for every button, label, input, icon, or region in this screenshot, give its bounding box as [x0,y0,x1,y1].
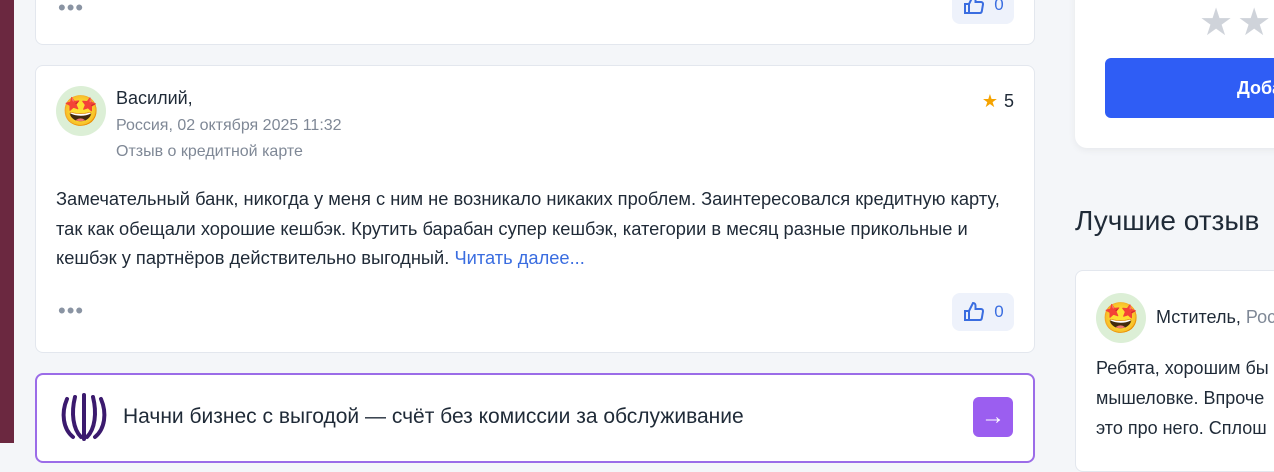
avatar: 🤩 [56,86,106,136]
more-options-icon[interactable]: ••• [58,300,84,322]
review-rating: ★ 5 [982,91,1014,112]
rate-card: ★★ Доба [1075,0,1274,148]
thumbs-up-icon [964,301,985,321]
add-review-button[interactable]: Доба [1105,58,1274,118]
best-review-text: Ребята, хорошим бы мышеловке. Впроче это… [1096,353,1274,443]
like-button[interactable]: 0 [952,0,1014,24]
best-review-line: это про него. Сплош [1096,418,1267,438]
bank-logo-icon [60,392,108,441]
best-review-line: мышеловке. Впроче [1096,388,1265,408]
ad-banner[interactable]: Начни бизнес с выгодой — счёт без комисс… [35,373,1035,463]
best-review-card: 🤩 Мститель, Рос Ребята, хорошим бы мышел… [1075,270,1274,472]
arrow-right-icon: → [981,403,1005,430]
avatar: 🤩 [1096,293,1146,343]
read-more-link[interactable]: Читать далее... [454,247,584,268]
review-location-date: Россия, 02 октября 2025 11:32 [116,117,342,134]
best-review-location: Рос [1245,307,1274,327]
best-review-line: Ребята, хорошим бы [1096,358,1269,378]
like-count: 0 [994,302,1004,321]
previous-review-card: ••• 0 [35,0,1035,45]
thumbs-up-icon [964,0,985,14]
like-count: 0 [994,0,1004,14]
ad-text: Начни бизнес с выгодой — счёт без комисс… [123,405,744,428]
rating-stars-input[interactable]: ★★ [1199,0,1274,45]
more-options-icon[interactable]: ••• [58,0,84,19]
best-review-author-name: Мститель, [1156,307,1241,327]
review-text: Замечательный банк, никогда у меня с ним… [56,184,1021,273]
star-struck-face-icon: 🤩 [62,94,100,128]
star-icon: ★ [981,91,998,111]
ad-arrow-button[interactable]: → [973,397,1013,437]
left-edge-strip [0,0,14,443]
rating-value: 5 [1003,91,1014,111]
like-button[interactable]: 0 [952,293,1014,331]
review-author[interactable]: Василий, [116,88,193,109]
star-struck-face-icon: 🤩 [1102,301,1140,335]
review-type: Отзыв о кредитной карте [116,143,303,160]
review-card: 🤩 Василий, Россия, 02 октября 2025 11:32… [35,65,1035,353]
best-review-author[interactable]: Мститель, Рос [1156,307,1274,328]
best-reviews-title: Лучшие отзыв [1075,205,1260,236]
